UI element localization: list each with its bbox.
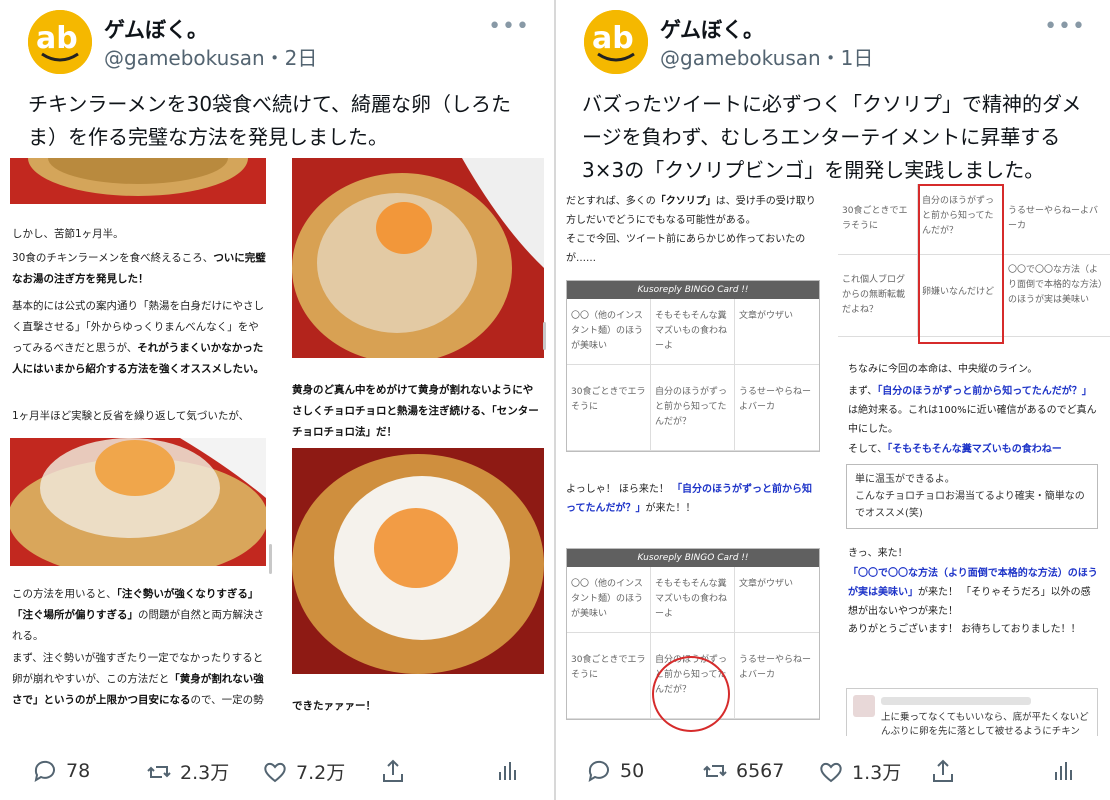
- svg-text:ab: ab: [36, 21, 78, 56]
- article-paragraph: そして、「そもそもそんな糞マズいもの食わねー: [848, 444, 1062, 455]
- article-paragraph: まず、「自分のほうがずっと前から知ってたんだが？」は絶対来る。これは100%に近…: [848, 386, 1097, 435]
- share-icon: [383, 759, 403, 782]
- ramen-photo-center-pour: [292, 158, 544, 358]
- retweet-icon: [147, 765, 171, 778]
- like-icon: [820, 762, 842, 782]
- avatar[interactable]: ab: [584, 10, 648, 74]
- article-paragraph: しかし、苦節1ヶ月半。: [12, 228, 124, 240]
- scrollbar[interactable]: [269, 544, 272, 574]
- retweet-button[interactable]: 2.3万: [146, 758, 229, 785]
- analytics-icon: [499, 762, 516, 780]
- ramen-photo-finished: [292, 448, 544, 674]
- article-paragraph: ありがとうございます！ お待ちしておりました！！: [848, 624, 1081, 635]
- highlight-box: [918, 184, 1004, 344]
- svg-text:ab: ab: [592, 21, 634, 56]
- bingo-cell: 文章がウザい: [735, 567, 819, 633]
- avatar: [853, 695, 875, 717]
- author-handle[interactable]: @gamebokusan・2日: [104, 42, 317, 71]
- reply-count: 50: [620, 760, 645, 782]
- action-bar: 78 2.3万 7.2万: [0, 736, 554, 800]
- bingo-card: Kusoreply BINGO Card !! 〇〇（他のインスタント麺）のほう…: [566, 280, 820, 452]
- share-icon: [933, 759, 953, 782]
- bingo-cell: 〇〇（他のインスタント麺）のほうが美味い: [567, 567, 651, 633]
- bingo-cell: うるせーやらねーよバーカ: [735, 633, 819, 719]
- bingo-cell: うるせーやらねーよバーカ: [1004, 184, 1110, 255]
- retweet-button[interactable]: 6567: [702, 758, 784, 784]
- article-paragraph: 30食のチキンラーメンを食べ終えるころ、ついに完璧なお湯の注ぎ方を発見した！: [12, 252, 266, 285]
- analytics-button[interactable]: [494, 758, 520, 784]
- article-paragraph: きっ、来た！: [848, 548, 908, 559]
- article-paragraph: 基本的には公式の案内通り「熱湯を白身だけにやさしく直撃させる」「外からゆっくりま…: [12, 300, 264, 375]
- avatar[interactable]: ab: [28, 10, 92, 74]
- avatar-logo-icon: ab: [28, 10, 92, 74]
- reply-icon: [588, 760, 609, 783]
- like-icon: [264, 762, 286, 782]
- action-bar: 50 6567 1.3万: [556, 736, 1110, 800]
- media-image-2[interactable]: 黄身のど真ん中をめがけて黄身が割れないようにやさしくチョロチョロと熱湯を注ぎ続け…: [280, 158, 554, 714]
- bingo-cell: 〇〇で〇〇な方法（より面倒で本格的な方法）のほうが実は美味い: [1004, 255, 1110, 337]
- ramen-photo-egg: [10, 438, 266, 566]
- bingo-cell: 自分のほうがずっと前から知ってたんだが？: [651, 365, 735, 451]
- tweet-text: バズったツイートに必ずつく「クソリプ」で精神的ダメージを負わず、むしろエンターテ…: [582, 92, 1082, 182]
- bingo-cell: 文章がウザい: [735, 299, 819, 365]
- like-button[interactable]: 7.2万: [262, 758, 345, 785]
- photo-caption: できたァァァー！: [292, 700, 376, 712]
- ramen-photo-top: [10, 158, 266, 204]
- comment-text: 上に乗ってなくてもいいなら、底が平たくないどんぶりに卵を先に落として被せるように…: [881, 712, 1089, 736]
- comment-card: 上に乗ってなくてもいいなら、底が平たくないどんぶりに卵を先に落として被せるように…: [846, 688, 1098, 736]
- bingo-cell: 30食ごときでエラそうに: [567, 365, 651, 451]
- tweet-media[interactable]: しかし、苦節1ヶ月半。 30食のチキンラーメンを食べ終えるころ、ついに完璧なお湯…: [0, 158, 554, 714]
- author-name[interactable]: ゲムぼく。: [660, 14, 764, 44]
- article-paragraph: よっしゃ！ ほら来た！ 「自分のほうがずっと前から知ってたんだが？」が来た！！: [566, 484, 813, 514]
- media-image-1[interactable]: しかし、苦節1ヶ月半。 30食のチキンラーメンを食べ終えるころ、ついに完璧なお湯…: [0, 158, 280, 714]
- reply-button[interactable]: 50: [586, 758, 644, 784]
- bingo-title: Kusoreply BINGO Card !!: [567, 549, 819, 567]
- bingo-cell: 30食ごときでエラそうに: [567, 633, 651, 719]
- highlight-circle: [652, 656, 730, 732]
- article-paragraph: だとすれば、多くの「クソリプ」は、受け手の受け取り方しだいでどうにでもなる可能性…: [566, 196, 816, 226]
- article-paragraph: そこで今回、ツイート前にあらかじめ作っておいたのが……: [566, 234, 806, 264]
- timestamp: ・2日: [264, 46, 318, 70]
- bingo-cell: これ個人ブログからの無断転載だよね？: [838, 255, 918, 337]
- article-paragraph: 「〇〇で〇〇な方法（より面倒で本格的な方法）のほうが実は美味い」が来た！ 「そり…: [848, 568, 1098, 617]
- article-paragraph: まず、注ぐ勢いが強すぎたり一定でなかったりすると卵が崩れやすいが、この方法だと「…: [12, 652, 264, 706]
- tweet-left[interactable]: ab ゲムぼく。 @gamebokusan・2日 ••• チキンラーメンを30袋…: [0, 0, 554, 800]
- share-button[interactable]: [930, 758, 956, 784]
- share-button[interactable]: [380, 758, 406, 784]
- bingo-cell: 30食ごときでエラそうに: [838, 184, 918, 255]
- analytics-icon: [1055, 762, 1072, 780]
- photo-caption: 黄身のど真ん中をめがけて黄身が割れないようにやさしくチョロチョロと熱湯を注ぎ続け…: [292, 384, 539, 438]
- retweet-count: 6567: [736, 760, 785, 782]
- retweet-icon: [703, 765, 727, 777]
- analytics-button[interactable]: [1050, 758, 1076, 784]
- bingo-cell: そもそもそんな糞マズいもの食わねーよ: [651, 567, 735, 633]
- bingo-cell: そもそもそんな糞マズいもの食わねーよ: [651, 299, 735, 365]
- like-button[interactable]: 1.3万: [818, 758, 901, 785]
- media-image-1[interactable]: だとすれば、多くの「クソリプ」は、受け手の受け取り方しだいでどうにでもなる可能性…: [556, 184, 836, 736]
- like-count: 1.3万: [852, 762, 902, 784]
- reply-icon: [34, 760, 55, 783]
- avatar-logo-icon: ab: [584, 10, 648, 74]
- scrollbar[interactable]: [543, 322, 546, 350]
- tweet-right[interactable]: ab ゲムぼく。 @gamebokusan・1日 ••• バズったツイートに必ず…: [556, 0, 1110, 800]
- bingo-cell: 〇〇（他のインスタント麺）のほうが美味い: [567, 299, 651, 365]
- bingo-cell: うるせーやらねーよバーカ: [735, 365, 819, 451]
- reply-button[interactable]: 78: [32, 758, 90, 784]
- article-paragraph: この方法を用いると、「注ぐ勢いが強くなりすぎる」「注ぐ場所が偏りすぎる」の問題が…: [12, 588, 264, 642]
- media-image-2[interactable]: 30食ごときでエラそうに 自分のほうがずっと前から知ってたんだが？ うるせーやら…: [838, 184, 1110, 736]
- quoted-note: 単に温玉ができるよ。 こんなチョロチョロお湯当てるより確実・簡単なのでオススメ(…: [846, 464, 1098, 529]
- more-icon[interactable]: •••: [1044, 14, 1086, 39]
- reply-count: 78: [66, 760, 91, 782]
- bingo-title: Kusoreply BINGO Card !!: [567, 281, 819, 299]
- tweet-media[interactable]: だとすれば、多くの「クソリプ」は、受け手の受け取り方しだいでどうにでもなる可能性…: [556, 184, 1110, 736]
- like-count: 7.2万: [296, 762, 346, 784]
- retweet-count: 2.3万: [180, 762, 230, 784]
- article-paragraph: 1ヶ月半ほど実験と反省を繰り返して気づいたが、: [12, 410, 250, 422]
- author-handle[interactable]: @gamebokusan・1日: [660, 42, 873, 71]
- more-icon[interactable]: •••: [488, 14, 530, 39]
- tweet-text: チキンラーメンを30袋食べ続けて、綺麗な卵（しろたま）を作る完璧な方法を発見しま…: [28, 92, 512, 149]
- author-name[interactable]: ゲムぼく。: [104, 14, 208, 44]
- article-paragraph: ちなみに今回の本命は、中央縦のライン。: [848, 364, 1038, 375]
- timestamp: ・1日: [820, 46, 874, 70]
